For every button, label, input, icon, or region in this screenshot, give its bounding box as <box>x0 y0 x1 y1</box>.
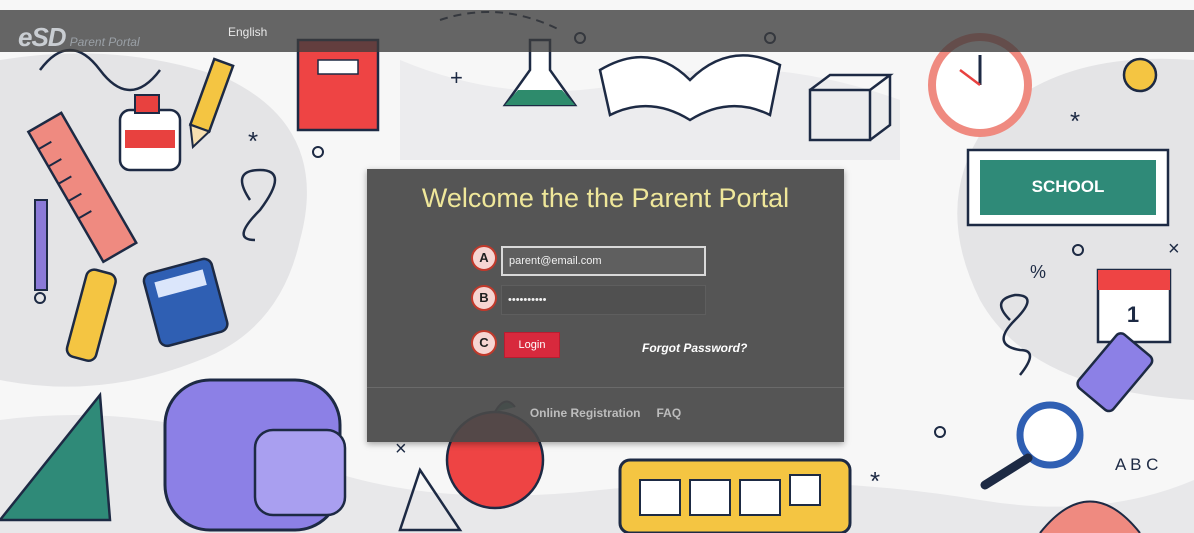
footer-links: Online Registration FAQ <box>367 406 844 420</box>
svg-text:%: % <box>1030 262 1046 282</box>
chalkboard-text: SCHOOL <box>1032 177 1105 196</box>
annotation-marker-b: B <box>471 285 497 311</box>
svg-text:×: × <box>1168 238 1180 260</box>
top-navigation-bar: eSD Parent Portal English <box>0 10 1194 52</box>
email-field[interactable] <box>501 246 706 276</box>
svg-text:+: + <box>450 65 463 90</box>
annotation-marker-a: A <box>471 245 497 271</box>
forgot-password-link[interactable]: Forgot Password? <box>642 341 747 355</box>
faq-link[interactable]: FAQ <box>657 406 682 420</box>
panel-divider <box>367 387 844 388</box>
login-panel: Welcome the the Parent Portal Login Forg… <box>367 169 844 442</box>
svg-text:A B C: A B C <box>1115 455 1158 474</box>
login-page: SCHOOL 1 % A B C + * * * × × eSD Parent … <box>0 0 1194 533</box>
svg-text:*: * <box>248 126 258 156</box>
language-selector[interactable]: English <box>228 25 267 39</box>
online-registration-link[interactable]: Online Registration <box>530 406 641 420</box>
svg-text:*: * <box>1070 106 1080 136</box>
login-button[interactable]: Login <box>504 332 560 358</box>
password-field[interactable] <box>501 285 706 315</box>
page-title: Welcome the the Parent Portal <box>421 183 790 213</box>
svg-text:1: 1 <box>1127 302 1139 327</box>
logo-subtitle: Parent Portal <box>69 35 140 49</box>
annotation-marker-c: C <box>471 330 497 356</box>
esd-logo[interactable]: eSD Parent Portal <box>18 22 140 53</box>
logo-mark: eSD <box>18 22 67 52</box>
svg-text:*: * <box>870 466 880 496</box>
